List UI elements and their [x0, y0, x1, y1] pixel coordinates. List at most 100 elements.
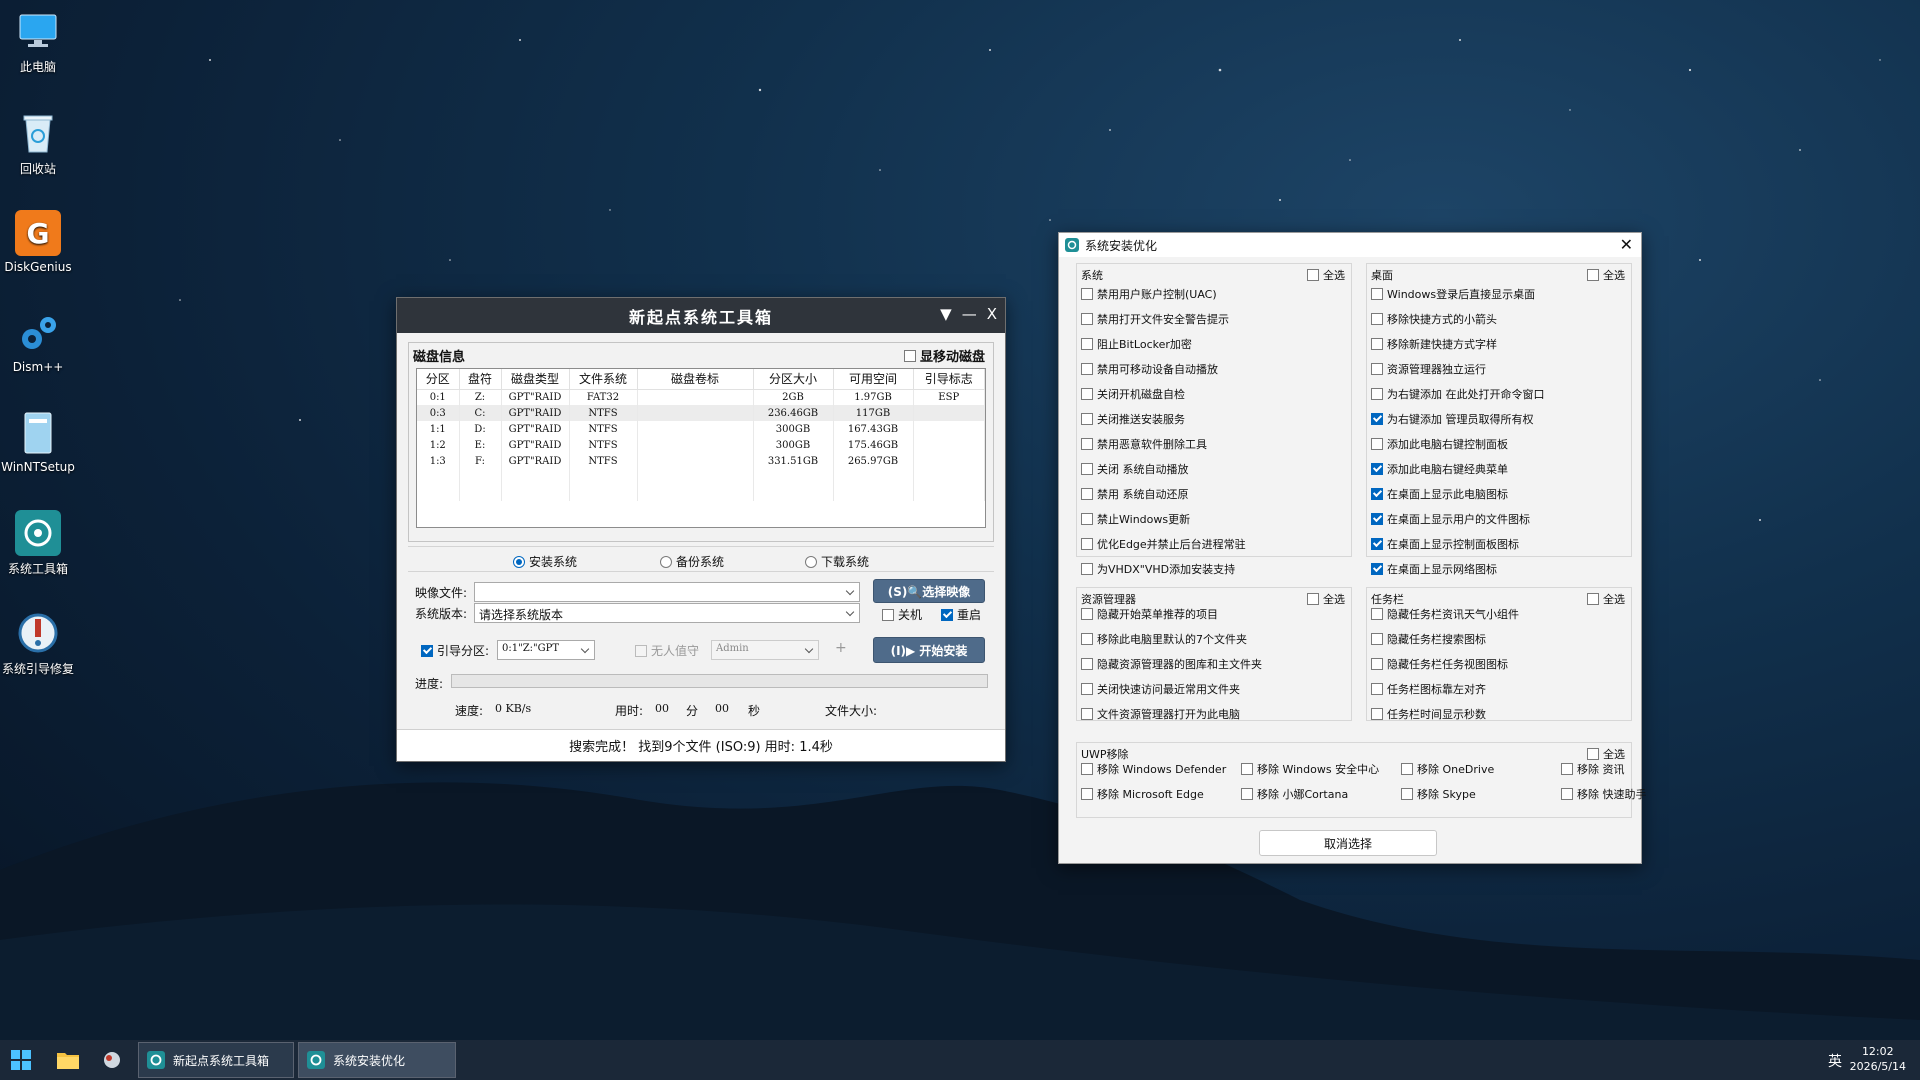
start-button[interactable]	[9, 1048, 33, 1072]
checkbox-box[interactable]	[1081, 538, 1093, 550]
column-header[interactable]: 磁盘卷标	[637, 369, 754, 390]
option-uwp-2[interactable]: 移除 OneDrive	[1401, 761, 1494, 777]
column-header[interactable]: 文件系统	[569, 369, 638, 390]
column-header[interactable]: 分区	[417, 369, 460, 390]
checkbox-box[interactable]	[1081, 313, 1093, 325]
option-desktop-1[interactable]: 移除快捷方式的小箭头	[1371, 311, 1497, 327]
taskbar-app-toolbox[interactable]: 新起点系统工具箱	[138, 1042, 294, 1078]
checkbox-box[interactable]	[1371, 413, 1383, 425]
checkbox-box[interactable]	[1561, 763, 1573, 775]
table-row[interactable]: 1:2 E: GPT"RAID NTFS 300GB 175.46GB	[417, 437, 985, 453]
checkbox-box[interactable]	[1371, 538, 1383, 550]
option-system-2[interactable]: 阻止BitLocker加密	[1081, 336, 1192, 352]
unattended-checkbox[interactable]: 无人值守	[635, 642, 699, 659]
close-button[interactable]: ✕	[1620, 235, 1633, 254]
checkbox-box[interactable]	[1307, 593, 1319, 605]
desktop-icon-this-pc[interactable]: 此电脑	[0, 8, 76, 75]
option-system-11[interactable]: 为VHDX"VHD添加安装支持	[1081, 561, 1235, 577]
image-file-combo[interactable]	[474, 582, 860, 602]
option-system-7[interactable]: 关闭 系统自动播放	[1081, 461, 1189, 477]
desktop-icon-toolbox[interactable]: 系统工具箱	[0, 510, 76, 577]
checkbox-box[interactable]	[1081, 488, 1093, 500]
checkbox-box[interactable]	[1081, 388, 1093, 400]
option-taskbar-2[interactable]: 隐藏任务栏任务视图图标	[1371, 656, 1508, 672]
desktop-icon-boot-repair[interactable]: 系统引导修复	[0, 610, 76, 677]
option-taskbar-1[interactable]: 隐藏任务栏搜索图标	[1371, 631, 1486, 647]
radio-backup-system[interactable]: 备份系统	[660, 553, 724, 570]
checkbox-box[interactable]	[1081, 513, 1093, 525]
checkbox-box[interactable]	[1371, 363, 1383, 375]
option-system-10[interactable]: 优化Edge并禁止后台进程常驻	[1081, 536, 1246, 552]
checkbox-box[interactable]	[1081, 633, 1093, 645]
option-desktop-0[interactable]: Windows登录后直接显示桌面	[1371, 286, 1535, 302]
option-system-3[interactable]: 禁用可移动设备自动播放	[1081, 361, 1218, 377]
option-taskbar-0[interactable]: 隐藏任务栏资讯天气小组件	[1371, 606, 1519, 622]
checkbox-box[interactable]	[1371, 288, 1383, 300]
checkbox-box[interactable]	[1587, 269, 1599, 281]
close-button[interactable]: X	[987, 305, 997, 323]
option-system-5[interactable]: 关闭推送安装服务	[1081, 411, 1185, 427]
option-explorer-4[interactable]: 文件资源管理器打开为此电脑	[1081, 706, 1240, 722]
option-system-8[interactable]: 禁用 系统自动还原	[1081, 486, 1189, 502]
checkbox-box[interactable]	[1081, 658, 1093, 670]
checkbox-box[interactable]	[1081, 438, 1093, 450]
checkbox-box[interactable]	[903, 349, 916, 362]
input-method-indicator[interactable]: 英	[1828, 1051, 1842, 1071]
column-header[interactable]: 磁盘类型	[501, 369, 570, 390]
checkbox-box[interactable]	[1081, 683, 1093, 695]
start-install-button[interactable]: (I)▶ 开始安装	[873, 637, 985, 663]
checkbox-box[interactable]	[1371, 683, 1383, 695]
option-uwp-3[interactable]: 移除 资讯	[1561, 761, 1625, 777]
disk-table[interactable]: 分区 盘符 磁盘类型 文件系统 磁盘卷标 分区大小 可用空间 引导标志 0:1 …	[416, 368, 986, 528]
checkbox-box[interactable]	[1371, 488, 1383, 500]
checkbox-box[interactable]	[1307, 269, 1319, 281]
checkbox-box[interactable]	[1371, 563, 1383, 575]
checkbox-box[interactable]	[1371, 658, 1383, 670]
column-header[interactable]: 盘符	[459, 369, 502, 390]
option-desktop-4[interactable]: 为右键添加 在此处打开命令窗口	[1371, 386, 1545, 402]
option-system-0[interactable]: 禁用用户账户控制(UAC)	[1081, 286, 1217, 302]
option-desktop-2[interactable]: 移除新建快捷方式字样	[1371, 336, 1497, 352]
table-row[interactable]: 1:1 D: GPT"RAID NTFS 300GB 167.43GB	[417, 421, 985, 437]
checkbox-box[interactable]	[1371, 633, 1383, 645]
show-mobile-disk-checkbox[interactable]: 显移动磁盘	[903, 346, 985, 365]
option-desktop-11[interactable]: 在桌面上显示网络图标	[1371, 561, 1497, 577]
checkbox-box[interactable]	[1081, 563, 1093, 575]
checkbox-box[interactable]	[1371, 463, 1383, 475]
checkbox-box[interactable]	[1241, 763, 1253, 775]
checkbox-box[interactable]	[1561, 788, 1573, 800]
select-all-checkbox-system[interactable]: 全选	[1307, 267, 1345, 283]
radio-dot[interactable]	[660, 555, 672, 568]
column-header[interactable]: 引导标志	[913, 369, 985, 390]
radio-dot[interactable]	[805, 555, 817, 568]
checkbox-box[interactable]	[1081, 763, 1093, 775]
table-row-selected[interactable]: 0:3 C: GPT"RAID NTFS 236.46GB 117GB	[417, 405, 985, 421]
option-taskbar-3[interactable]: 任务栏图标靠左对齐	[1371, 681, 1486, 697]
checkbox-box[interactable]	[1081, 463, 1093, 475]
option-desktop-6[interactable]: 添加此电脑右键控制面板	[1371, 436, 1508, 452]
system-version-combo[interactable]: 请选择系统版本	[474, 603, 860, 623]
checkbox-box[interactable]	[421, 644, 433, 657]
option-uwp-6[interactable]: 移除 Skype	[1401, 786, 1476, 802]
option-system-1[interactable]: 禁用打开文件安全警告提示	[1081, 311, 1229, 327]
option-desktop-10[interactable]: 在桌面上显示控制面板图标	[1371, 536, 1519, 552]
clock[interactable]: 12:02 2026/5/14	[1850, 1044, 1906, 1074]
desktop-icon-diskgenius[interactable]: G DiskGenius	[0, 210, 76, 274]
option-desktop-8[interactable]: 在桌面上显示此电脑图标	[1371, 486, 1508, 502]
checkbox-box[interactable]	[1587, 748, 1599, 760]
boot-partition-checkbox[interactable]: 引导分区:	[421, 642, 489, 659]
checkbox-box[interactable]	[882, 608, 894, 621]
select-image-button[interactable]: (S)🔍选择映像	[873, 579, 985, 603]
checkbox-box[interactable]	[1371, 608, 1383, 620]
option-system-4[interactable]: 关闭开机磁盘自检	[1081, 386, 1185, 402]
restart-checkbox[interactable]: 重启	[941, 606, 981, 623]
checkbox-box[interactable]	[1081, 788, 1093, 800]
checkbox-box[interactable]	[1081, 363, 1093, 375]
checkbox-box[interactable]	[1371, 438, 1383, 450]
desktop-icon-recycle-bin[interactable]: 回收站	[0, 110, 76, 177]
tool-app-button[interactable]	[100, 1048, 124, 1072]
minimize-button[interactable]: —	[962, 305, 977, 323]
option-explorer-2[interactable]: 隐藏资源管理器的图库和主文件夹	[1081, 656, 1262, 672]
checkbox-box[interactable]	[1081, 608, 1093, 620]
table-row[interactable]: 1:3 F: GPT"RAID NTFS 331.51GB 265.97GB	[417, 453, 985, 469]
